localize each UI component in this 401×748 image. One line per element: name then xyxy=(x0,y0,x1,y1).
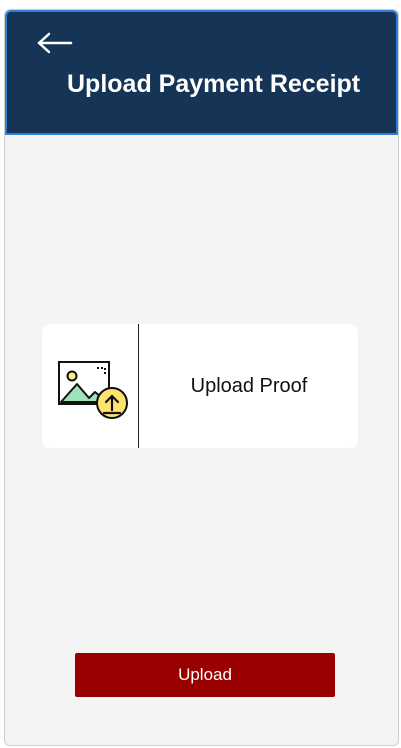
upload-button[interactable]: Upload xyxy=(75,653,335,697)
app-screen: Upload Payment Receipt Upload Proof Uplo… xyxy=(4,9,399,746)
upload-proof-card[interactable]: Upload Proof xyxy=(42,324,358,448)
upload-proof-label: Upload Proof xyxy=(190,374,308,397)
app-header: Upload Payment Receipt xyxy=(5,10,398,135)
image-upload-icon xyxy=(57,358,131,422)
back-arrow-icon[interactable] xyxy=(37,32,73,54)
card-divider xyxy=(138,324,139,448)
page-title: Upload Payment Receipt xyxy=(67,70,361,98)
